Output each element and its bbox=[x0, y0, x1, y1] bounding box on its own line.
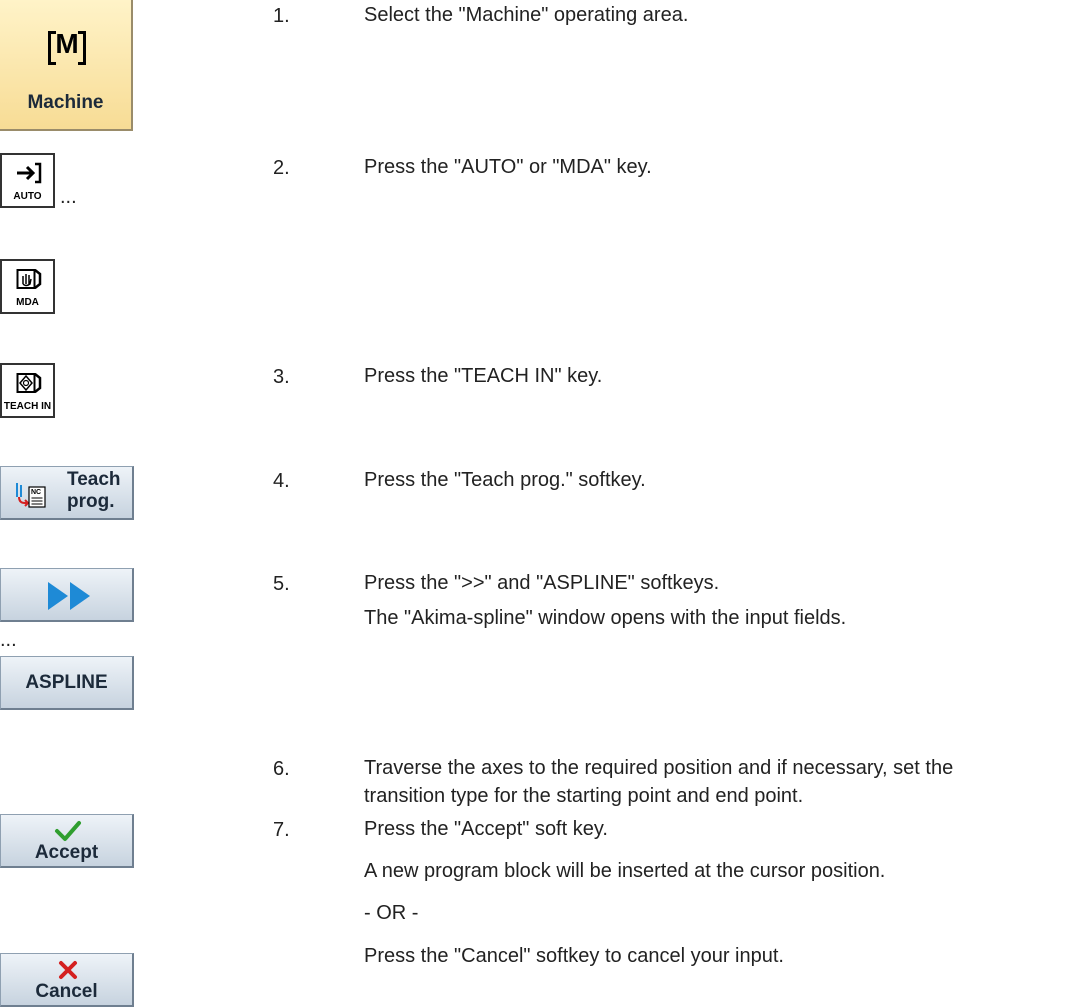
step-6-number: 6. bbox=[273, 758, 290, 780]
step-7-text-2: A new program block will be inserted at … bbox=[364, 860, 886, 882]
teach-prog-softkey[interactable]: NC Teach prog. bbox=[0, 466, 134, 520]
machine-icon: M bbox=[48, 28, 86, 65]
teach-in-key[interactable]: TEACH IN bbox=[0, 363, 55, 418]
machine-button-label: Machine bbox=[27, 92, 104, 113]
step-5-number: 5. bbox=[273, 573, 290, 595]
step-2-text: Press the "AUTO" or "MDA" key. bbox=[364, 156, 652, 178]
double-forward-icon bbox=[48, 582, 90, 610]
step-6-text-2: transition type for the starting point a… bbox=[364, 785, 804, 807]
cancel-label: Cancel bbox=[35, 981, 98, 1002]
step-2-number: 2. bbox=[273, 157, 290, 179]
mda-key-label: MDA bbox=[16, 297, 39, 308]
forward-softkey[interactable] bbox=[0, 568, 134, 622]
or-separator: - OR - bbox=[364, 902, 419, 924]
step-4-number: 4. bbox=[273, 470, 290, 492]
cancel-softkey[interactable]: Cancel bbox=[0, 953, 134, 1007]
step-1-text: Select the "Machine" operating area. bbox=[364, 4, 689, 26]
mda-key[interactable]: MDA bbox=[0, 259, 55, 314]
step-7-text: Press the "Accept" soft key. bbox=[364, 818, 608, 840]
mda-hand-icon bbox=[16, 269, 42, 289]
auto-arrow-icon bbox=[17, 162, 42, 184]
teach-prog-label-2: prog. bbox=[67, 491, 115, 512]
accept-label: Accept bbox=[34, 842, 99, 863]
auto-key[interactable]: AUTO bbox=[0, 153, 55, 208]
step-6-text: Traverse the axes to the required positi… bbox=[364, 757, 954, 779]
key-ellipsis: ... bbox=[60, 186, 77, 208]
machine-area-button[interactable]: M Machine bbox=[0, 0, 133, 131]
teach-prog-label-1: Teach bbox=[67, 469, 121, 490]
step-7-number: 7. bbox=[273, 819, 290, 841]
step-4-text: Press the "Teach prog." softkey. bbox=[364, 469, 646, 491]
aspline-label: ASPLINE bbox=[25, 672, 108, 693]
step-1-number: 1. bbox=[273, 5, 290, 27]
softkey-ellipsis: ... bbox=[0, 629, 17, 651]
auto-key-label: AUTO bbox=[13, 191, 42, 202]
teach-in-icon bbox=[16, 373, 42, 393]
step-3-text: Press the "TEACH IN" key. bbox=[364, 365, 603, 387]
checkmark-icon bbox=[55, 821, 81, 841]
teach-in-key-label: TEACH IN bbox=[3, 401, 52, 412]
machine-icon-letter: M bbox=[55, 28, 79, 59]
step-5-text-2: The "Akima-spline" window opens with the… bbox=[364, 607, 847, 629]
accept-softkey[interactable]: Accept bbox=[0, 814, 134, 868]
aspline-softkey[interactable]: ASPLINE bbox=[0, 656, 134, 710]
step-3-number: 3. bbox=[273, 366, 290, 388]
step-5-text: Press the ">>" and "ASPLINE" softkeys. bbox=[364, 572, 720, 594]
cancel-x-icon bbox=[59, 961, 77, 979]
teach-prog-icon: NC bbox=[16, 483, 46, 508]
teach-prog-badge-text: NC bbox=[31, 489, 41, 496]
cancel-instruction: Press the "Cancel" softkey to cancel you… bbox=[364, 945, 784, 967]
